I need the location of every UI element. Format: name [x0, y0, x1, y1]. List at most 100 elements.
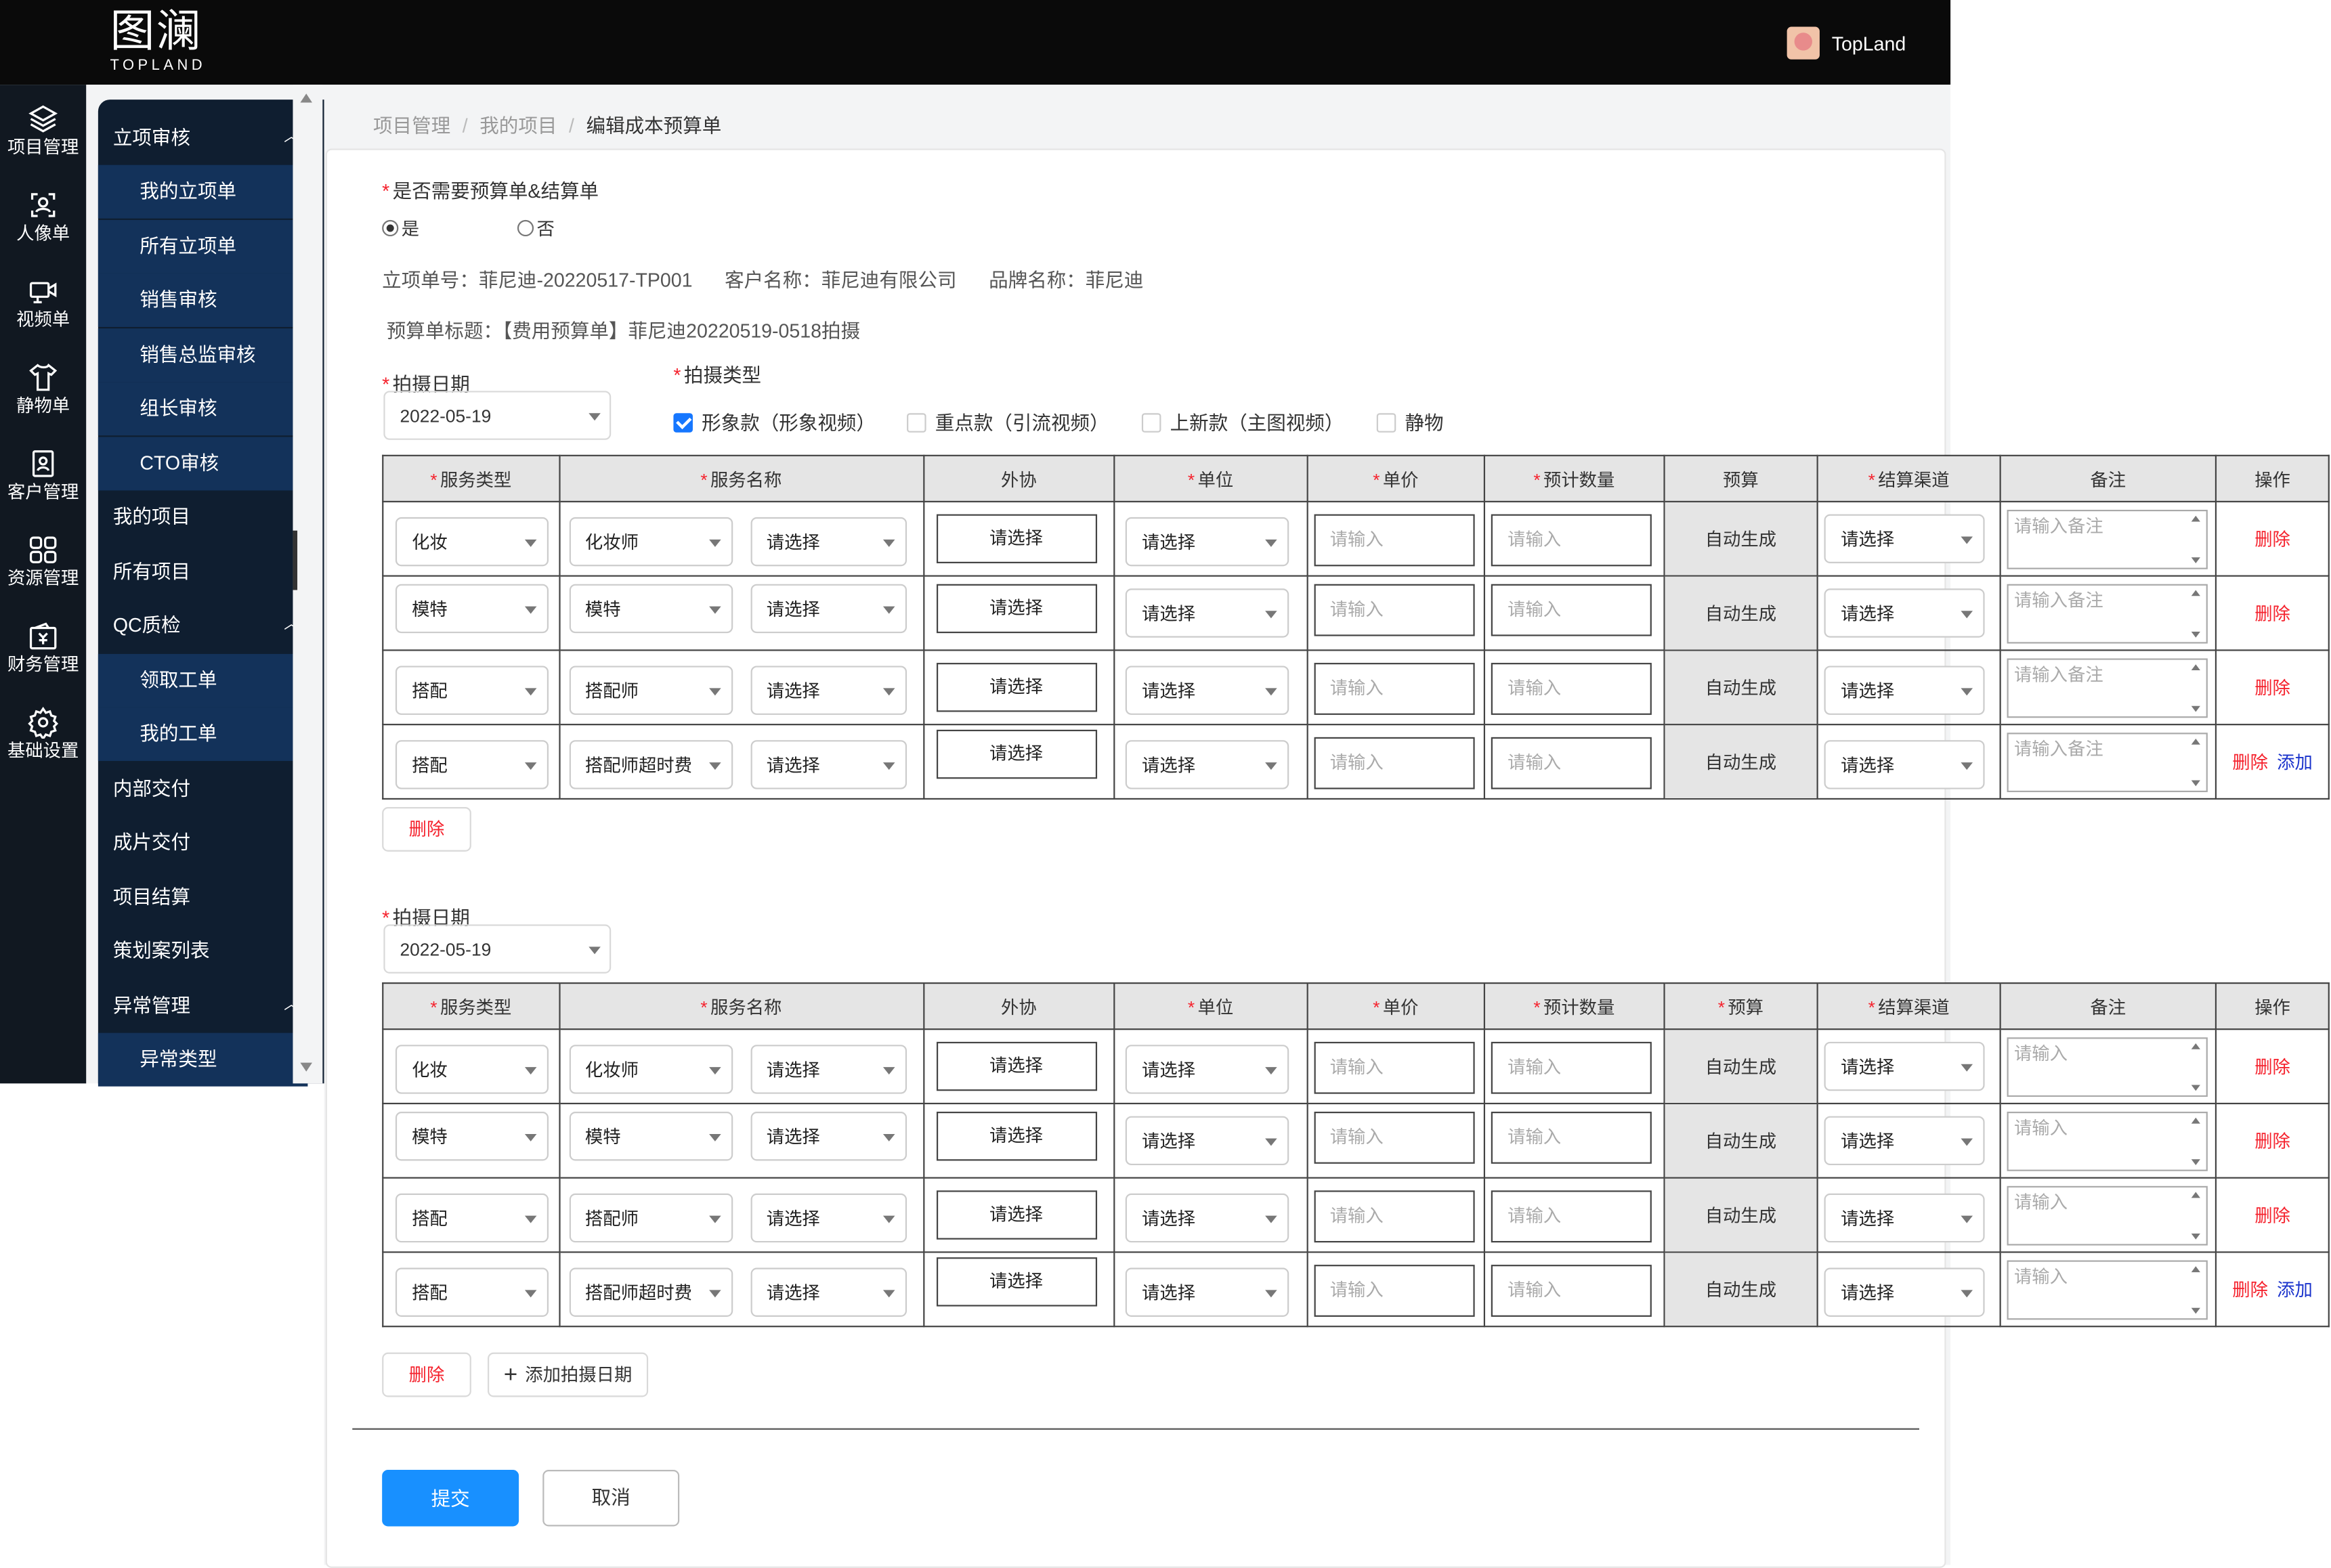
- unit-price-input[interactable]: 请输入: [1313, 1265, 1474, 1317]
- memo-textarea[interactable]: 请输入: [2006, 1260, 2208, 1320]
- quantity-input[interactable]: 请输入: [1491, 1041, 1652, 1094]
- delete-date-group-button-2[interactable]: 删除: [382, 1352, 471, 1397]
- service-name-select[interactable]: 搭配师超时费: [568, 740, 733, 789]
- menu-item-cto-review[interactable]: CTO审核: [98, 437, 308, 491]
- delete-row-link[interactable]: 删除: [2254, 1205, 2290, 1226]
- quantity-input[interactable]: 请输入: [1491, 1190, 1652, 1243]
- cancel-button[interactable]: 取消: [542, 1470, 680, 1527]
- menu-item-sales-review[interactable]: 销售审核: [98, 273, 308, 327]
- service-type-select[interactable]: 搭配: [395, 740, 549, 789]
- memo-textarea[interactable]: 请输入: [2006, 1185, 2208, 1246]
- quantity-input[interactable]: 请输入: [1491, 1265, 1652, 1317]
- service-type-select[interactable]: 化妆: [395, 1045, 549, 1094]
- service-type-select[interactable]: 模特: [395, 584, 549, 634]
- outsource-picker[interactable]: 请选择: [935, 1190, 1097, 1240]
- unit-select[interactable]: 请选择: [1125, 1045, 1289, 1094]
- delete-row-link[interactable]: 删除: [2254, 678, 2290, 699]
- memo-textarea[interactable]: 请输入备注: [2006, 733, 2208, 793]
- radio-no[interactable]: 否: [517, 215, 555, 240]
- unit-select[interactable]: 请选择: [1125, 517, 1289, 567]
- service-type-select[interactable]: 模特: [395, 1112, 549, 1161]
- menu-item-my-projects[interactable]: 我的项目: [98, 490, 308, 544]
- unit-select[interactable]: 请选择: [1125, 666, 1289, 715]
- breadcrumb-project-mgmt[interactable]: 项目管理: [373, 114, 450, 137]
- menu-item-exception-types[interactable]: 异常类型: [98, 1032, 308, 1087]
- delete-row-link[interactable]: 删除: [2254, 1131, 2290, 1152]
- menu-item-leader-review[interactable]: 组长审核: [98, 382, 308, 436]
- service-name-select[interactable]: 模特: [568, 1112, 733, 1161]
- rail-item-video[interactable]: 视频单: [0, 275, 86, 355]
- outsource-picker[interactable]: 请选择: [935, 1112, 1097, 1161]
- unit-price-input[interactable]: 请输入: [1313, 737, 1474, 789]
- channel-select[interactable]: 请选择: [1824, 1041, 1986, 1091]
- outsource-picker[interactable]: 请选择: [935, 1041, 1097, 1091]
- delete-row-link[interactable]: 删除: [2232, 1280, 2268, 1301]
- outsource-picker[interactable]: 请选择: [935, 729, 1097, 779]
- channel-select[interactable]: 请选择: [1824, 1116, 1986, 1166]
- rail-item-settings[interactable]: 基础设置: [0, 706, 86, 787]
- menu-item-sales-director-review[interactable]: 销售总监审核: [98, 328, 308, 383]
- service-option-select[interactable]: 请选择: [750, 517, 907, 567]
- service-name-select[interactable]: 模特: [568, 584, 733, 634]
- service-type-select[interactable]: 搭配: [395, 1193, 549, 1243]
- add-shoot-date-button[interactable]: + 添加拍摄日期: [488, 1352, 649, 1397]
- channel-select[interactable]: 请选择: [1824, 666, 1986, 715]
- type-checkbox-key[interactable]: 重点款（引流视频）: [907, 407, 1109, 435]
- channel-select[interactable]: 请选择: [1824, 588, 1986, 638]
- outsource-picker[interactable]: 请选择: [935, 584, 1097, 634]
- service-option-select[interactable]: 请选择: [750, 740, 907, 789]
- delete-row-link[interactable]: 删除: [2254, 529, 2290, 550]
- unit-select[interactable]: 请选择: [1125, 1267, 1289, 1317]
- channel-select[interactable]: 请选择: [1824, 1193, 1986, 1243]
- rail-item-stilllife[interactable]: 静物单: [0, 361, 86, 441]
- quantity-input[interactable]: 请输入: [1491, 737, 1652, 789]
- unit-select[interactable]: 请选择: [1125, 1116, 1289, 1166]
- rail-item-customer[interactable]: 客户管理: [0, 448, 86, 528]
- unit-price-input[interactable]: 请输入: [1313, 663, 1474, 715]
- service-option-select[interactable]: 请选择: [750, 1112, 907, 1161]
- shoot-date-select[interactable]: 2022-05-19: [383, 391, 612, 440]
- service-option-select[interactable]: 请选择: [750, 1193, 907, 1243]
- add-row-link[interactable]: 添加: [2277, 752, 2313, 773]
- submenu-scrollbar[interactable]: [293, 85, 323, 1084]
- unit-select[interactable]: 请选择: [1125, 740, 1289, 789]
- quantity-input[interactable]: 请输入: [1491, 663, 1652, 715]
- service-name-select[interactable]: 化妆师: [568, 517, 733, 567]
- service-type-select[interactable]: 搭配: [395, 666, 549, 715]
- service-type-select[interactable]: 搭配: [395, 1267, 549, 1317]
- service-name-select[interactable]: 化妆师: [568, 1045, 733, 1094]
- channel-select[interactable]: 请选择: [1824, 514, 1986, 563]
- unit-price-input[interactable]: 请输入: [1313, 1041, 1474, 1094]
- memo-textarea[interactable]: 请输入: [2006, 1112, 2208, 1171]
- service-option-select[interactable]: 请选择: [750, 1045, 907, 1094]
- service-option-select[interactable]: 请选择: [750, 1267, 907, 1317]
- outsource-picker[interactable]: 请选择: [935, 1257, 1097, 1307]
- delete-row-link[interactable]: 删除: [2254, 603, 2290, 624]
- channel-select[interactable]: 请选择: [1824, 740, 1986, 789]
- unit-select[interactable]: 请选择: [1125, 588, 1289, 638]
- unit-price-input[interactable]: 请输入: [1313, 1190, 1474, 1243]
- scroll-up-icon[interactable]: [300, 93, 312, 103]
- menu-item-claim-order[interactable]: 领取工单: [98, 653, 308, 707]
- menu-item-final-delivery[interactable]: 成片交付: [98, 816, 308, 869]
- quantity-input[interactable]: 请输入: [1491, 514, 1652, 567]
- radio-yes[interactable]: 是: [382, 215, 419, 240]
- service-name-select[interactable]: 搭配师: [568, 1193, 733, 1243]
- type-checkbox-image[interactable]: 形象款（形象视频）: [673, 407, 876, 435]
- menu-group-exceptions[interactable]: 异常管理 ︿: [98, 980, 308, 1033]
- service-name-select[interactable]: 搭配师: [568, 666, 733, 715]
- rail-item-portrait[interactable]: 人像单: [0, 189, 86, 269]
- delete-row-link[interactable]: 删除: [2254, 1057, 2290, 1078]
- scroll-down-icon[interactable]: [300, 1062, 312, 1072]
- menu-item-cases[interactable]: 策划案列表: [98, 924, 308, 978]
- memo-textarea[interactable]: 请输入: [2006, 1037, 2208, 1097]
- menu-item-internal-delivery[interactable]: 内部交付: [98, 762, 308, 816]
- delete-date-group-button[interactable]: 删除: [382, 806, 471, 852]
- menu-item-all-approvals[interactable]: 所有立项单: [98, 219, 308, 274]
- memo-textarea[interactable]: 请输入备注: [2006, 658, 2208, 718]
- memo-textarea[interactable]: 请输入备注: [2006, 509, 2208, 569]
- menu-item-settlement[interactable]: 项目结算: [98, 871, 308, 924]
- menu-group-qc[interactable]: QC质检 ︿: [98, 599, 308, 653]
- channel-select[interactable]: 请选择: [1824, 1267, 1986, 1317]
- rail-item-project[interactable]: 项目管理: [0, 102, 86, 183]
